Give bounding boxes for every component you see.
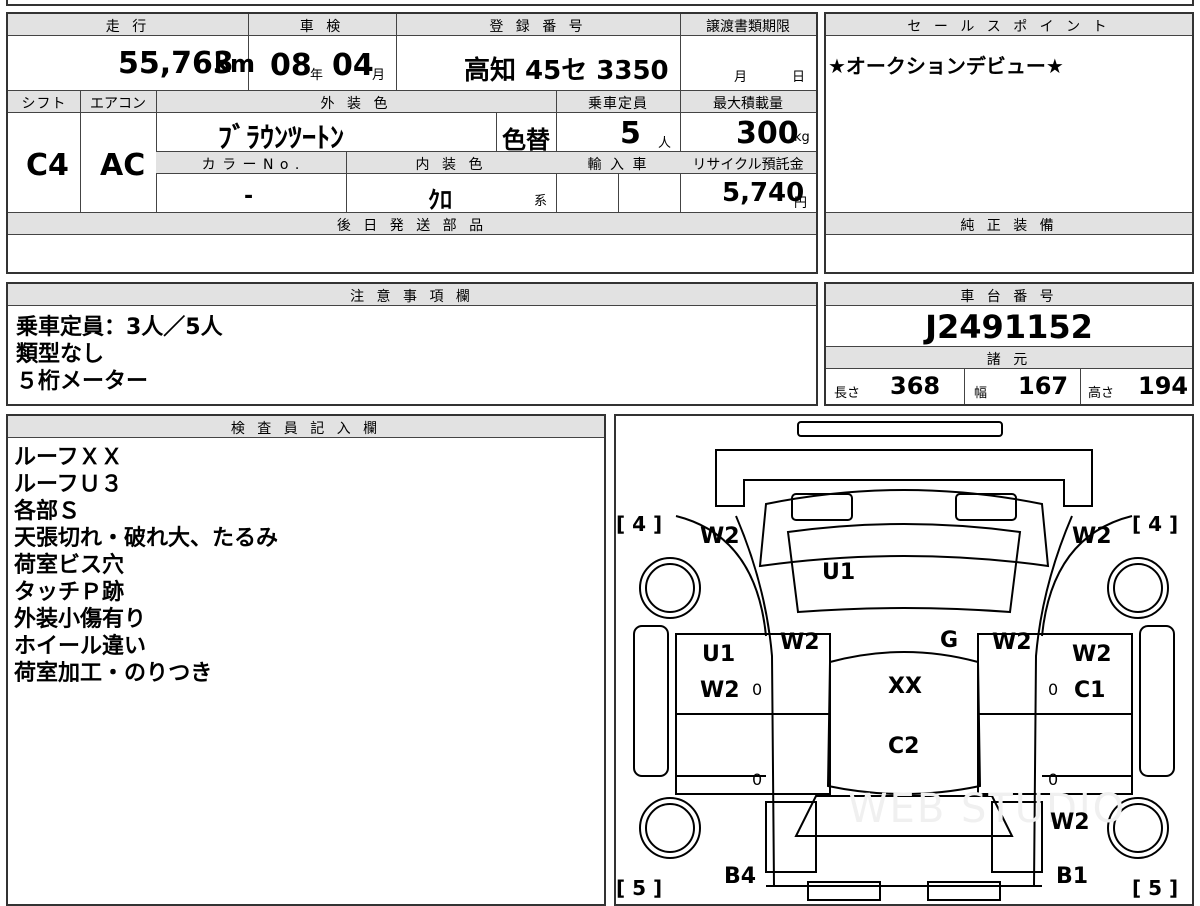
inspector-box: 検 査 員 記 入 欄 ルーフＸＸ ルーフＵ３ 各部Ｓ 天張切れ・破れ大、たるみ… (6, 414, 606, 906)
inspector-line-1: ルーフＸＸ (14, 445, 123, 470)
sales-point-header: セ ー ル ス ポ イ ン ト (907, 19, 1111, 35)
later-parts-header: 後 日 発 送 部 品 (336, 218, 488, 234)
mark-zero-4: 0 (1048, 770, 1059, 789)
shift-header: シフト (21, 96, 67, 112)
max-load-header: 最大積載量 (713, 96, 783, 112)
car-diagram-box: WEB STUDIO U1 W2 W2 W2 G W2 U1 W2 W2 C1 … (614, 414, 1194, 906)
max-load-value: 300 (736, 116, 799, 151)
transfer-day-unit: 日 (792, 70, 806, 85)
inspector-line-7: 外装小傷有り (14, 607, 147, 632)
capacity-unit: 人 (658, 136, 672, 151)
mileage-header: 走 行 (105, 19, 151, 35)
specs-header: 諸 元 (986, 352, 1032, 368)
color-change-label: 色替 (502, 126, 550, 154)
height-label: 高さ (1088, 386, 1115, 401)
inspector-line-2: ルーフＵ３ (14, 472, 123, 497)
mark-front-right: W2 (1072, 524, 1112, 549)
transfer-month-unit: 月 (734, 70, 748, 85)
inspector-line-3: 各部Ｓ (14, 499, 81, 524)
mark-pillar-left: W2 (780, 630, 820, 655)
notes-line-3: ５桁メーター (16, 369, 149, 394)
height-value: 194 (1138, 372, 1189, 400)
length-value: 368 (890, 372, 941, 400)
capacity-header: 乗車定員 (588, 96, 648, 112)
aircon-header: エアコン (90, 96, 146, 112)
mark-left-door-2: W2 (700, 678, 740, 703)
mark-roof-center-1: XX (888, 674, 922, 699)
notes-header: 注 意 事 項 欄 (350, 289, 474, 305)
mark-roof-center-2: C2 (888, 734, 920, 759)
transfer-deadline-header: 譲渡書類期限 (706, 19, 790, 35)
inspection-header: 車 検 (299, 19, 345, 35)
vehicle-info-table: 走 行 車 検 登 録 番 号 譲渡書類期限 55,763 km 08 年 04… (6, 12, 818, 274)
tire-front-left: [ 4 ] (616, 512, 663, 536)
interior-color-value: ｸﾛ (428, 186, 452, 214)
chassis-box: 車 台 番 号 J2491152 諸 元 長さ 368 幅 167 高さ 194 (824, 282, 1194, 406)
mark-left-door-1: U1 (702, 642, 736, 667)
recycle-unit: 円 (794, 196, 808, 211)
top-strip (6, 0, 1194, 6)
mark-right-door-2: C1 (1074, 678, 1106, 703)
inspection-month: 04 (332, 48, 374, 83)
width-label: 幅 (974, 386, 988, 401)
exterior-color-header: 外 装 色 (320, 96, 392, 112)
sales-point-box: セ ー ル ス ポ イ ン ト ★オークションデビュー★ 純 正 装 備 (824, 12, 1194, 274)
inspector-line-4: 天張切れ・破れ大、たるみ (14, 526, 279, 551)
inspector-header: 検 査 員 記 入 欄 (230, 421, 382, 437)
interior-color-header: 内 装 色 (415, 157, 487, 173)
sales-point-text: ★オークションデビュー★ (828, 54, 1064, 78)
width-value: 167 (1018, 372, 1069, 400)
recycle-fee-header: リサイクル預託金 (692, 157, 804, 173)
mark-pillar-right: W2 (992, 630, 1032, 655)
inspection-month-unit: 月 (372, 68, 386, 83)
mark-zero-3: 0 (752, 770, 763, 789)
mark-zero-1: 0 (752, 680, 763, 699)
mark-front-left: W2 (700, 524, 740, 549)
mark-rear-left-bottom: B4 (724, 864, 757, 889)
length-label: 長さ (834, 386, 861, 401)
inspector-line-8: ホイール違い (14, 634, 147, 659)
mark-glass: G (940, 628, 959, 653)
mark-rear-right: W2 (1050, 810, 1090, 835)
genuine-equipment-header: 純 正 装 備 (960, 218, 1058, 234)
registration-header: 登 録 番 号 (489, 19, 587, 35)
color-no-header: カ ラ ー N o . (201, 157, 301, 173)
mileage-unit: km (214, 50, 255, 78)
tire-front-right: [ 4 ] (1132, 512, 1179, 536)
chassis-header: 車 台 番 号 (960, 289, 1058, 305)
inspector-line-6: タッチＰ跡 (14, 580, 125, 605)
max-load-unit: kg (794, 130, 810, 145)
mark-right-door-1: W2 (1072, 642, 1112, 667)
tire-rear-right: [ 5 ] (1132, 876, 1179, 900)
color-no-value: - (244, 184, 254, 209)
aircon-value: AC (100, 148, 146, 183)
inspection-year: 08 (270, 48, 312, 83)
import-header: 輸 入 車 (587, 157, 649, 173)
shift-value: C4 (26, 148, 69, 183)
inspector-line-5: 荷室ビス穴 (14, 553, 125, 578)
exterior-color-value: ﾌﾞﾗｳﾝﾂｰﾄﾝ (218, 121, 345, 154)
mark-roof-front: U1 (822, 560, 856, 585)
tire-rear-left: [ 5 ] (616, 876, 663, 900)
notes-box: 注 意 事 項 欄 乗車定員：3人／5人 類型なし ５桁メーター (6, 282, 818, 406)
interior-color-suffix: 系 (534, 194, 548, 209)
notes-line-2: 類型なし (16, 342, 105, 367)
registration-value: 高知 45セ 3350 (464, 56, 669, 86)
mark-rear-right-bottom: B1 (1056, 864, 1089, 889)
inspector-line-9: 荷室加工・のりつき (14, 661, 213, 686)
capacity-value: 5 (620, 116, 641, 151)
chassis-value: J2491152 (925, 308, 1093, 346)
recycle-value: 5,740 (722, 178, 805, 208)
inspection-year-unit: 年 (310, 68, 324, 83)
notes-line-1: 乗車定員：3人／5人 (16, 315, 223, 340)
mark-zero-2: 0 (1048, 680, 1059, 699)
